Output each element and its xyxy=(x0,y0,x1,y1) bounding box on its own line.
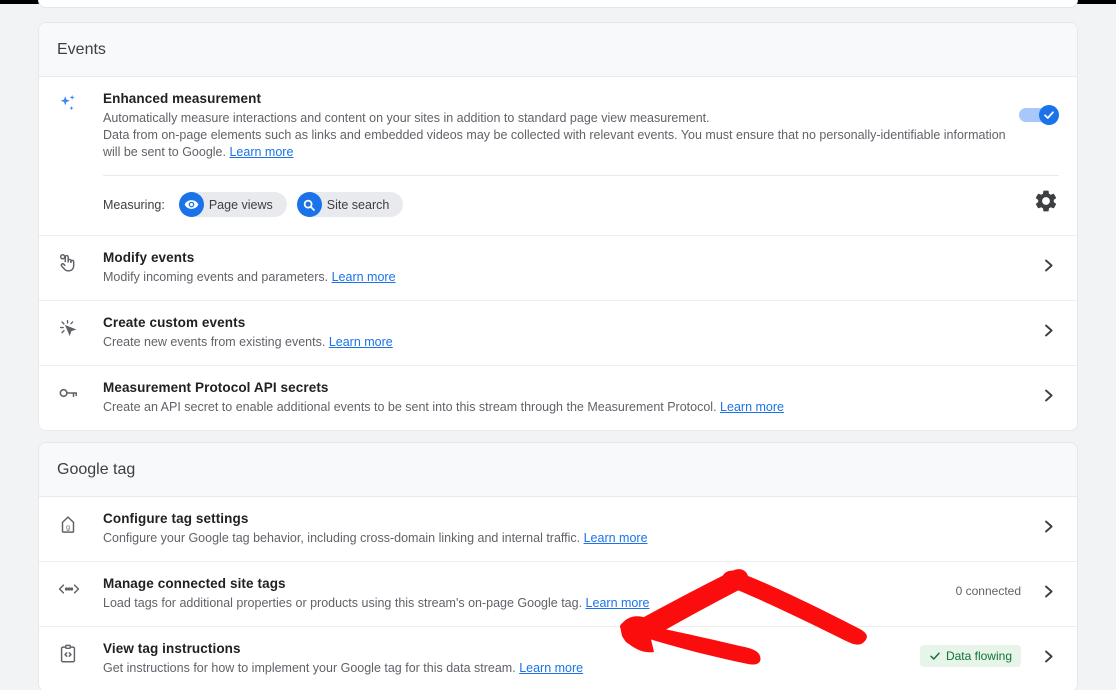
configure-tag-settings-learn-more-link[interactable]: Learn more xyxy=(584,531,648,545)
page-root: Events Enhanced measurement Automaticall… xyxy=(0,0,1116,690)
create-custom-events-row[interactable]: Create custom events Create new events f… xyxy=(39,300,1077,365)
modify-events-right xyxy=(1037,250,1059,276)
create-custom-events-desc-text: Create new events from existing events. xyxy=(103,335,325,349)
create-custom-events-title: Create custom events xyxy=(103,315,1037,330)
modify-events-learn-more-link[interactable]: Learn more xyxy=(332,270,396,284)
measuring-row: Measuring: Page views xyxy=(103,176,1059,235)
configure-tag-settings-row[interactable]: g Configure tag settings Configure your … xyxy=(39,497,1077,561)
view-tag-instructions-desc-text: Get instructions for how to implement yo… xyxy=(103,661,516,675)
manage-connected-site-tags-body: Manage connected site tags Load tags for… xyxy=(103,576,956,612)
enhanced-measurement-title: Enhanced measurement xyxy=(103,91,1059,106)
chip-site-search[interactable]: Site search xyxy=(297,192,404,217)
status-badge-data-flowing: Data flowing xyxy=(920,645,1021,667)
modify-events-body: Modify events Modify incoming events and… xyxy=(103,250,1037,286)
events-card-header: Events xyxy=(39,23,1077,77)
chevron-right-icon[interactable] xyxy=(1037,384,1059,406)
chevron-right-icon[interactable] xyxy=(1037,319,1059,341)
configure-tag-settings-right xyxy=(1037,511,1059,537)
measurement-protocol-row[interactable]: Measurement Protocol API secrets Create … xyxy=(39,365,1077,430)
enhanced-measurement-description: Automatically measure interactions and c… xyxy=(103,110,1008,161)
gear-icon[interactable] xyxy=(1033,188,1059,214)
measurement-protocol-description: Create an API secret to enable additiona… xyxy=(103,399,1037,416)
cursor-click-icon xyxy=(57,315,103,339)
toggle-knob xyxy=(1039,105,1059,125)
previous-card-edge xyxy=(38,0,1078,8)
view-tag-instructions-description: Get instructions for how to implement yo… xyxy=(103,660,920,677)
manage-connected-site-tags-learn-more-link[interactable]: Learn more xyxy=(586,596,650,610)
configure-tag-settings-title: Configure tag settings xyxy=(103,511,1037,526)
svg-text:g: g xyxy=(66,523,70,532)
enhanced-measurement-body: Enhanced measurement Automatically measu… xyxy=(103,91,1059,235)
manage-connected-site-tags-title: Manage connected site tags xyxy=(103,576,956,591)
chip-site-search-label: Site search xyxy=(327,198,390,212)
view-tag-instructions-body: View tag instructions Get instructions f… xyxy=(103,641,920,677)
search-icon xyxy=(297,192,322,217)
view-tag-instructions-right: Data flowing xyxy=(920,641,1059,667)
measurement-protocol-body: Measurement Protocol API secrets Create … xyxy=(103,380,1037,416)
create-custom-events-right xyxy=(1037,315,1059,341)
manage-connected-site-tags-right: 0 connected xyxy=(956,576,1059,602)
configure-tag-settings-desc-text: Configure your Google tag behavior, incl… xyxy=(103,531,580,545)
manage-connected-site-tags-description: Load tags for additional properties or p… xyxy=(103,595,956,612)
events-section-title: Events xyxy=(57,41,106,59)
tap-gesture-icon xyxy=(57,250,103,274)
enhanced-measurement-desc-line1: Automatically measure interactions and c… xyxy=(103,110,1008,127)
enhanced-measurement-toggle[interactable] xyxy=(1019,105,1059,125)
sparkles-icon xyxy=(57,91,103,115)
modify-events-desc-text: Modify incoming events and parameters. xyxy=(103,270,328,284)
create-custom-events-learn-more-link[interactable]: Learn more xyxy=(329,335,393,349)
view-tag-instructions-title: View tag instructions xyxy=(103,641,920,656)
chevron-right-icon[interactable] xyxy=(1037,254,1059,276)
events-card: Events Enhanced measurement Automaticall… xyxy=(38,22,1078,431)
measurement-protocol-title: Measurement Protocol API secrets xyxy=(103,380,1037,395)
modify-events-description: Modify incoming events and parameters. L… xyxy=(103,269,1037,286)
measurement-protocol-desc-text: Create an API secret to enable additiona… xyxy=(103,400,717,414)
measuring-label: Measuring: xyxy=(103,198,165,212)
key-icon xyxy=(57,380,103,404)
manage-connected-site-tags-desc-text: Load tags for additional properties or p… xyxy=(103,596,582,610)
chevron-right-icon[interactable] xyxy=(1037,515,1059,537)
check-icon xyxy=(929,650,941,662)
view-tag-instructions-row[interactable]: View tag instructions Get instructions f… xyxy=(39,626,1077,690)
enhanced-measurement-learn-more-link[interactable]: Learn more xyxy=(229,145,293,159)
google-tag-card: Google tag g Configure tag settings Conf… xyxy=(38,442,1078,690)
view-tag-instructions-learn-more-link[interactable]: Learn more xyxy=(519,661,583,675)
connected-count-status: 0 connected xyxy=(956,584,1021,598)
manage-connected-site-tags-row[interactable]: Manage connected site tags Load tags for… xyxy=(39,561,1077,626)
measurement-protocol-right xyxy=(1037,380,1059,406)
chip-page-views-label: Page views xyxy=(209,198,273,212)
create-custom-events-body: Create custom events Create new events f… xyxy=(103,315,1037,351)
configure-tag-settings-description: Configure your Google tag behavior, incl… xyxy=(103,530,1037,547)
chevron-right-icon[interactable] xyxy=(1037,580,1059,602)
chevron-right-icon[interactable] xyxy=(1037,645,1059,667)
eye-icon xyxy=(179,192,204,217)
code-brackets-icon xyxy=(57,576,103,600)
modify-events-title: Modify events xyxy=(103,250,1037,265)
configure-tag-settings-body: Configure tag settings Configure your Go… xyxy=(103,511,1037,547)
modify-events-row[interactable]: Modify events Modify incoming events and… xyxy=(39,235,1077,300)
google-tag-section-title: Google tag xyxy=(57,461,135,479)
create-custom-events-description: Create new events from existing events. … xyxy=(103,334,1037,351)
status-badge-label: Data flowing xyxy=(946,649,1012,663)
chip-page-views[interactable]: Page views xyxy=(179,192,287,217)
google-tag-card-header: Google tag xyxy=(39,443,1077,497)
enhanced-measurement-row[interactable]: Enhanced measurement Automatically measu… xyxy=(39,77,1077,235)
clipboard-code-icon xyxy=(57,641,103,665)
google-tag-icon: g xyxy=(57,511,103,535)
measurement-protocol-learn-more-link[interactable]: Learn more xyxy=(720,400,784,414)
